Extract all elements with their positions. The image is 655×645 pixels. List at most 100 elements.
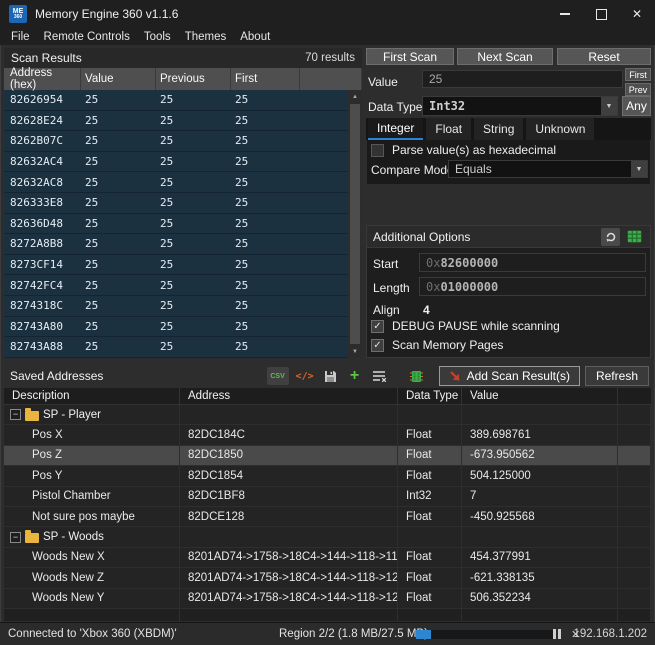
saved-address-row[interactable]: Pos Z82DC1850Float-673.950562 — [4, 446, 651, 466]
refresh-button[interactable]: Refresh — [585, 366, 649, 386]
maximize-button[interactable] — [583, 0, 619, 28]
scan-result-row[interactable]: 82632AC4252525 — [4, 152, 348, 173]
scan-result-row[interactable]: 82636D48252525 — [4, 214, 348, 235]
scan-cell: 8274318C — [4, 296, 81, 316]
compare-mode-dropdown[interactable]: Equals ▼ — [448, 160, 648, 178]
any-button[interactable]: Any — [622, 96, 651, 116]
saved-address-row[interactable]: Woods New Y8201AD74->1758->18C4->144->11… — [4, 589, 651, 609]
saved-group-row[interactable]: −SP - Woods — [4, 527, 651, 547]
scan-cell: 25 — [156, 317, 231, 337]
column-header-data-type[interactable]: Data Type — [398, 388, 462, 404]
tab-integer[interactable]: Integer — [368, 118, 423, 140]
length-input[interactable]: 0x01000000 — [419, 277, 646, 296]
hex-prefix: 0x — [426, 256, 440, 270]
saved-address-row[interactable]: Pos Y82DC1854Float504.125000 — [4, 466, 651, 486]
saved-address-row[interactable]: Pistol Chamber82DC1BF8Int327 — [4, 487, 651, 507]
saved-addresses-column-header: Description Address Data Type Value — [4, 388, 651, 405]
saved-address-row[interactable]: Woods New X8201AD74->1758->18C4->144->11… — [4, 548, 651, 568]
scan-result-row[interactable]: 82743A80252525 — [4, 317, 348, 338]
delete-list-icon[interactable] — [369, 367, 391, 385]
scan-result-row[interactable]: 8273CF14252525 — [4, 255, 348, 276]
scan-result-row[interactable]: 82742FC4252525 — [4, 275, 348, 296]
saved-cell — [398, 405, 462, 424]
scan-result-row[interactable]: 82628E24252525 — [4, 111, 348, 132]
tab-float[interactable]: Float — [426, 118, 471, 140]
scan-results-scrollbar[interactable]: ▲ ▼ — [348, 90, 362, 358]
column-header-first[interactable]: First — [231, 68, 300, 90]
scan-cell: 25 — [156, 193, 231, 213]
scan-cell: 8272A8B8 — [4, 234, 81, 254]
pause-icon[interactable] — [553, 629, 561, 639]
prev-value-button[interactable]: Prev — [625, 83, 651, 96]
scan-result-row[interactable]: 8262B07C252525 — [4, 131, 348, 152]
saved-cell — [618, 466, 651, 485]
save-icon[interactable] — [321, 367, 341, 385]
scan-cell: 25 — [156, 255, 231, 275]
refresh-range-button[interactable] — [601, 228, 620, 246]
memory-regions-button[interactable] — [625, 228, 644, 246]
column-header-address[interactable]: Address — [180, 388, 398, 404]
menu-tools[interactable]: Tools — [137, 31, 178, 43]
debug-pause-checkbox[interactable]: ✓ — [371, 320, 384, 333]
description-cell: Pistol Chamber — [4, 487, 180, 506]
next-scan-button[interactable]: Next Scan — [457, 48, 553, 65]
column-header-value[interactable]: Value — [462, 388, 618, 404]
column-header-address[interactable]: Address (hex) — [4, 68, 81, 90]
first-scan-button[interactable]: First Scan — [366, 48, 454, 65]
column-header-description[interactable]: Description — [4, 388, 180, 404]
first-value-button[interactable]: First — [625, 68, 651, 81]
scroll-down-icon[interactable]: ▼ — [348, 345, 362, 358]
close-button[interactable]: ✕ — [619, 0, 655, 28]
add-entry-icon[interactable]: + — [346, 367, 364, 385]
csv-export-icon[interactable]: CSV — [267, 367, 289, 385]
scan-cell: 8262B07C — [4, 131, 81, 151]
column-header-value[interactable]: Value — [81, 68, 156, 90]
scan-result-row[interactable]: 8272A8B8252525 — [4, 234, 348, 255]
saved-group-row[interactable]: −SP - Player — [4, 405, 651, 425]
value-input[interactable]: 25 — [422, 70, 623, 88]
tab-unknown[interactable]: Unknown — [526, 118, 594, 140]
add-scan-results-button[interactable]: Add Scan Result(s) — [439, 366, 580, 386]
collapse-toggle[interactable]: − — [10, 532, 21, 543]
menu-themes[interactable]: Themes — [178, 31, 234, 43]
saved-cell: 82DCE128 — [180, 507, 398, 526]
scan-cell: 25 — [156, 152, 231, 172]
parse-hex-checkbox[interactable] — [371, 144, 384, 157]
saved-address-row[interactable]: Woods New Z8201AD74->1758->18C4->144->11… — [4, 568, 651, 588]
red-arrow-icon — [449, 370, 461, 382]
saved-cell: 82DC184C — [180, 425, 398, 444]
scan-cell — [300, 275, 348, 295]
saved-address-row[interactable]: Pos X82DC184CFloat389.698761 — [4, 425, 651, 445]
scan-result-row[interactable]: 8274318C252525 — [4, 296, 348, 317]
tab-string[interactable]: String — [474, 118, 523, 140]
scan-result-row[interactable]: 82743A88252525 — [4, 337, 348, 358]
scan-cell: 25 — [231, 317, 300, 337]
collapse-toggle[interactable]: − — [10, 409, 21, 420]
reset-button[interactable]: Reset — [557, 48, 651, 65]
scan-result-row[interactable]: 82632AC8252525 — [4, 172, 348, 193]
scan-cell: 25 — [231, 111, 300, 131]
start-value: 82600000 — [440, 256, 498, 270]
scan-result-row[interactable]: 82626954252525 — [4, 90, 348, 111]
minimize-icon — [560, 13, 570, 15]
saved-addresses-panel: Saved Addresses CSV </> + — [4, 364, 651, 620]
ip-address: 192.168.1.202 — [573, 623, 647, 645]
data-type-dropdown[interactable]: Int32 ▼ — [422, 96, 618, 116]
scan-result-row[interactable]: 826333E8252525 — [4, 193, 348, 214]
scan-cell: 25 — [231, 255, 300, 275]
menu-file[interactable]: File — [4, 31, 37, 43]
scroll-up-icon[interactable]: ▲ — [348, 90, 362, 103]
saved-address-row[interactable]: Not sure pos maybe82DCE128Float-450.9255… — [4, 507, 651, 527]
memory-chip-icon[interactable] — [407, 367, 427, 385]
scan-memory-pages-checkbox[interactable]: ✓ — [371, 339, 384, 352]
menu-about[interactable]: About — [233, 31, 277, 43]
column-header-previous[interactable]: Previous — [156, 68, 231, 90]
xml-code-icon[interactable]: </> — [294, 367, 316, 385]
start-input[interactable]: 0x82600000 — [419, 253, 646, 272]
window-title: Memory Engine 360 v1.1.6 — [35, 7, 178, 21]
description-cell: Pos Y — [4, 466, 180, 485]
minimize-button[interactable] — [547, 0, 583, 28]
scan-cell: 25 — [156, 111, 231, 131]
menu-remote-controls[interactable]: Remote Controls — [37, 31, 137, 43]
scrollbar-thumb[interactable] — [350, 104, 360, 344]
